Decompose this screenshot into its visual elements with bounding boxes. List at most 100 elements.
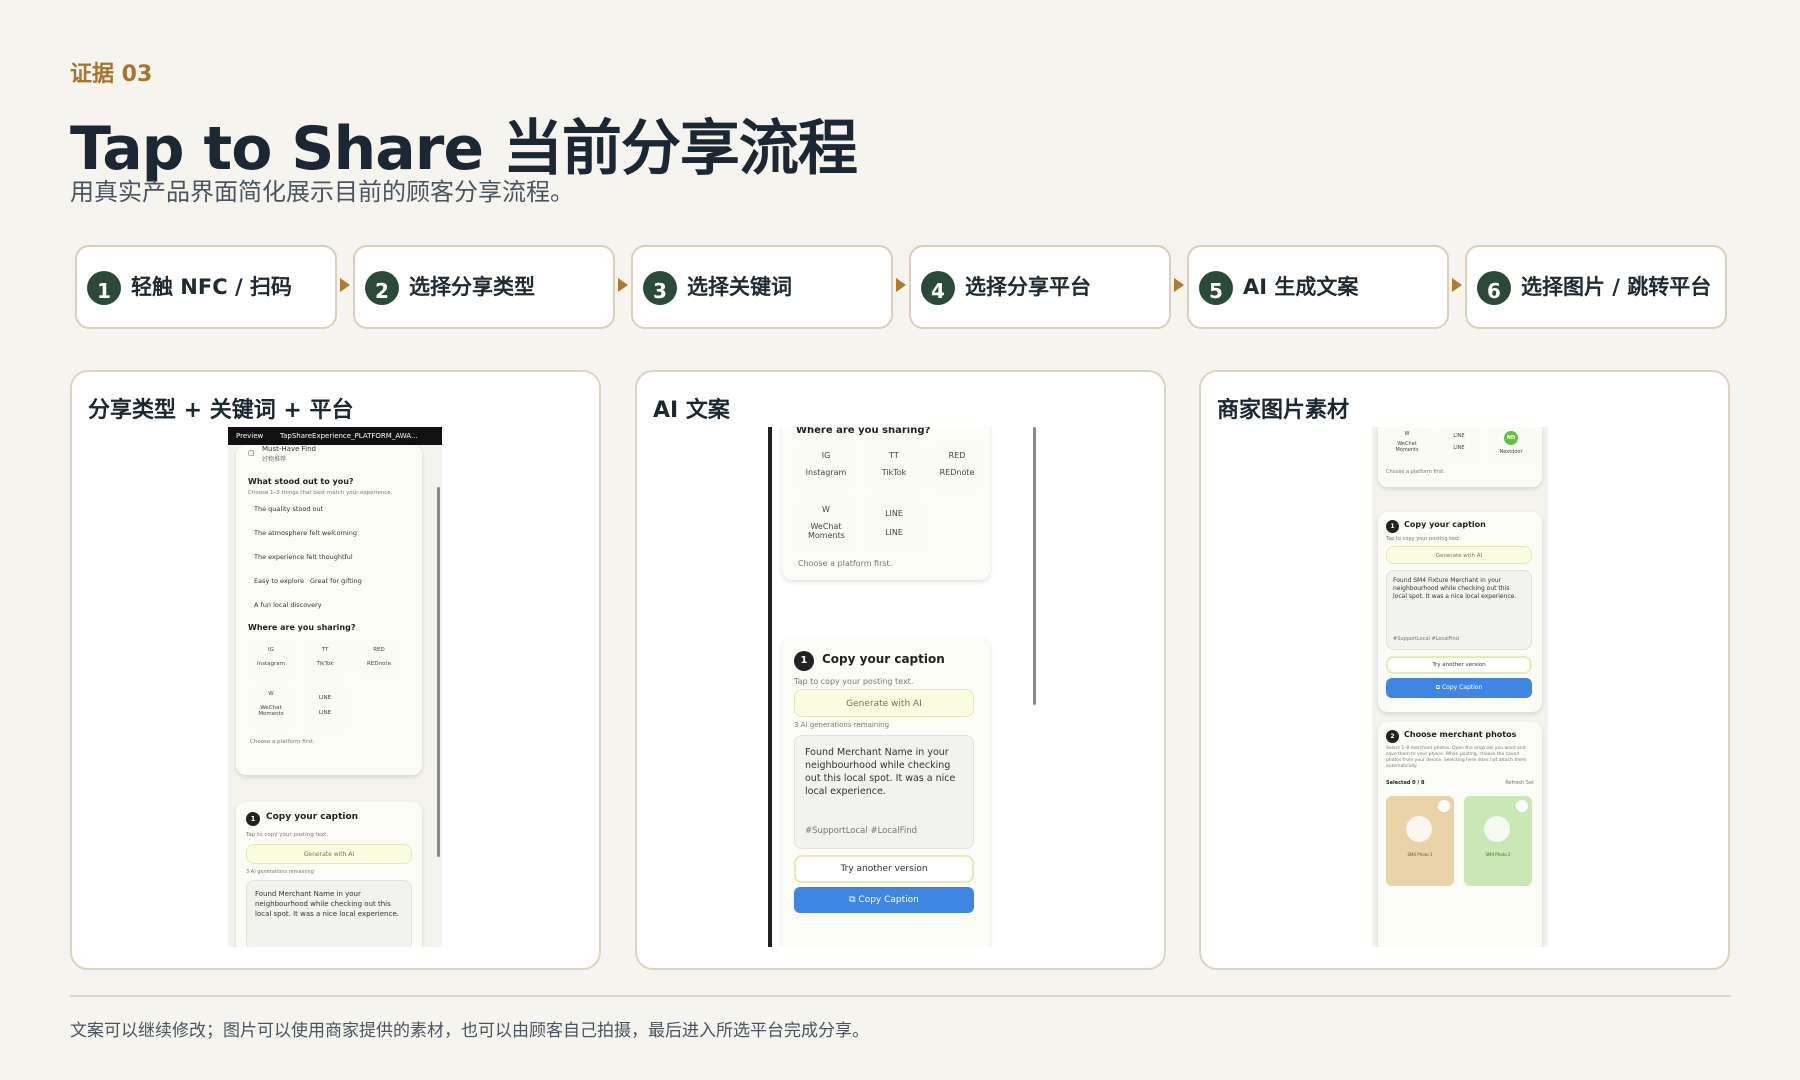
step-label: 选择关键词 bbox=[687, 275, 792, 299]
generate-ai-button[interactable]: Generate with AI bbox=[794, 689, 974, 717]
must-have-label: Must-Have Find bbox=[262, 445, 316, 453]
platform-code: LINE bbox=[885, 509, 903, 518]
keyword-chip[interactable]: A fun local discovery bbox=[254, 601, 322, 609]
photo-select-checkbox[interactable] bbox=[1516, 800, 1528, 812]
platform-rednote[interactable]: RED REDnote bbox=[932, 443, 982, 491]
copy-caption-sub: Tap to copy your posting text. bbox=[794, 677, 914, 686]
keyword-chip[interactable]: The atmosphere felt welcoming bbox=[254, 529, 357, 537]
must-have-sub: 好物推荐 bbox=[262, 456, 287, 463]
step-arrow-icon bbox=[340, 278, 350, 292]
platform-line[interactable]: LINE LINE bbox=[864, 499, 924, 553]
share-type-icon: ▢ bbox=[248, 449, 255, 457]
merchant-photo-1[interactable]: SM4 Photo 1 bbox=[1386, 796, 1454, 886]
copy-caption-card: 1 Copy your caption Tap to copy your pos… bbox=[782, 637, 990, 947]
ai-remaining: 3 AI generations remaining bbox=[794, 721, 890, 729]
caption-text: Found SM4 Fixture Merchant in your neigh… bbox=[1393, 577, 1517, 600]
step-number: 1 bbox=[87, 271, 121, 305]
step-number: 5 bbox=[1199, 271, 1233, 305]
step-badge: 1 bbox=[1386, 520, 1399, 533]
refresh-set-link[interactable]: Refresh Set bbox=[1505, 780, 1534, 786]
platform-wechat[interactable]: W WeChat Moments bbox=[248, 685, 294, 731]
platform-tiktok[interactable]: TT TikTok bbox=[864, 443, 924, 491]
step-number: 4 bbox=[921, 271, 955, 305]
platform-code: W bbox=[268, 691, 274, 697]
platform-code: RED bbox=[948, 451, 966, 460]
step-label: 选择图片 / 跳转平台 bbox=[1521, 275, 1712, 299]
step-6: 6 选择图片 / 跳转平台 bbox=[1465, 245, 1727, 329]
photo-label: SM4 Photo 2 bbox=[1485, 852, 1511, 857]
platform-card: W WeChat Moments LINE LINE ND Nextdoor Cho… bbox=[1378, 427, 1542, 487]
platform-code: LINE bbox=[318, 695, 332, 701]
platform-name: TikTok bbox=[316, 661, 334, 667]
selected-count: Selected 0 / 8 bbox=[1386, 780, 1425, 786]
photo-select-checkbox[interactable] bbox=[1438, 800, 1450, 812]
photos-description: Select 1–8 merchant photos. Open the ori… bbox=[1386, 746, 1527, 769]
step-label: AI 生成文案 bbox=[1243, 275, 1359, 299]
platform-name: LINE bbox=[318, 710, 332, 716]
step-arrow-icon bbox=[896, 278, 906, 292]
copy-caption-button[interactable]: ⧉ Copy Caption bbox=[794, 887, 974, 913]
phone-screenshot: Preview TapShareExperience_PLATFORM_AWA.… bbox=[228, 427, 442, 947]
platform-card: Where are you sharing? IG Instagram TT Tik… bbox=[782, 427, 990, 580]
platform-code: RED bbox=[373, 647, 385, 653]
platform-code: IG bbox=[268, 647, 274, 653]
preview-bar: Preview TapShareExperience_PLATFORM_AWA.… bbox=[228, 427, 442, 445]
platform-name: LINE bbox=[1453, 445, 1465, 451]
keyword-chip[interactable]: Great for gifting bbox=[310, 577, 362, 585]
platform-tiktok[interactable]: TT TikTok bbox=[302, 641, 348, 677]
platform-instagram[interactable]: IG Instagram bbox=[796, 443, 856, 491]
panel-ai-caption: AI 文案 Where are you sharing? IG Instagram… bbox=[635, 370, 1166, 970]
platform-line[interactable]: LINE LINE bbox=[302, 685, 348, 731]
platform-name: REDnote bbox=[939, 468, 975, 477]
footer-note: 文案可以继续修改；图片可以使用商家提供的素材，也可以由顾客自己拍摄，最后进入所选… bbox=[70, 1021, 869, 1041]
copy-caption-card: 1 Copy your caption Tap to copy your pos… bbox=[1378, 512, 1542, 712]
copy-button-label: Copy Caption bbox=[1441, 684, 1483, 691]
platform-name: TikTok bbox=[881, 468, 907, 477]
caption-textarea[interactable]: Found SM4 Fixture Merchant in your neigh… bbox=[1386, 570, 1532, 650]
copy-caption-heading: Copy your caption bbox=[822, 652, 945, 666]
step-arrow-icon bbox=[1174, 278, 1184, 292]
generate-ai-button[interactable]: Generate with AI bbox=[1386, 546, 1532, 564]
platform-code: TT bbox=[321, 647, 329, 653]
copy-caption-heading: Copy your caption bbox=[266, 812, 359, 822]
caption-textarea[interactable]: Found Merchant Name in your neighbourhoo… bbox=[246, 880, 412, 947]
platform-instagram[interactable]: IG Instagram bbox=[248, 641, 294, 677]
generate-ai-button[interactable]: Generate with AI bbox=[246, 844, 412, 864]
panel-title: 商家图片素材 bbox=[1217, 398, 1350, 423]
platform-name: WeChat Moments bbox=[808, 522, 845, 540]
platform-nextdoor[interactable]: ND Nextdoor bbox=[1488, 429, 1534, 465]
platform-name: REDnote bbox=[367, 661, 391, 667]
stood-out-sub: Choose 1–3 things that best match your e… bbox=[248, 490, 393, 496]
platform-code: W bbox=[822, 505, 830, 514]
merchant-photos-card: 2 Choose merchant photos Select 1–8 merc… bbox=[1378, 722, 1542, 947]
platform-name: WeChat Moments bbox=[258, 705, 284, 717]
keyword-chip[interactable]: The quality stood out bbox=[254, 505, 323, 513]
platform-wechat[interactable]: W WeChat Moments bbox=[1384, 429, 1430, 465]
platform-name: Instagram bbox=[805, 468, 847, 477]
scrollbar[interactable] bbox=[437, 487, 440, 857]
platform-rednote[interactable]: RED REDnote bbox=[356, 641, 402, 677]
step-1: 1 轻触 NFC / 扫码 bbox=[75, 245, 337, 329]
steps-row: 1 轻触 NFC / 扫码 2 选择分享类型 3 选择关键词 4 选择分享平台 5 AI … bbox=[75, 245, 1727, 329]
platform-code: IG bbox=[821, 451, 831, 460]
keyword-chip[interactable]: The experience felt thoughtful bbox=[254, 553, 353, 561]
try-another-button[interactable]: Try another version bbox=[794, 855, 974, 883]
merchant-photo-2[interactable]: SM4 Photo 2 bbox=[1464, 796, 1532, 886]
step-5: 5 AI 生成文案 bbox=[1187, 245, 1449, 329]
preview-file-name: TapShareExperience_PLATFORM_AWA... bbox=[280, 432, 418, 440]
page-subtitle: 用真实产品界面简化展示目前的顾客分享流程。 bbox=[70, 178, 574, 206]
choose-platform-hint: Choose a platform first. bbox=[250, 739, 315, 745]
copy-caption-button[interactable]: ⧉ Copy Caption bbox=[1386, 678, 1532, 698]
caption-textarea[interactable]: Found Merchant Name in your neighbourhoo… bbox=[794, 735, 974, 849]
keyword-chip[interactable]: Easy to explore bbox=[254, 577, 304, 585]
step-badge: 2 bbox=[1386, 730, 1399, 743]
choose-platform-hint: Choose a platform first. bbox=[798, 559, 893, 568]
try-another-button[interactable]: Try another version bbox=[1386, 656, 1532, 674]
platform-line[interactable]: LINE LINE bbox=[1436, 429, 1482, 465]
copy-caption-sub: Tap to copy your posting text. bbox=[1386, 536, 1461, 542]
platform-wechat[interactable]: W WeChat Moments bbox=[796, 499, 856, 553]
scrollbar[interactable] bbox=[1033, 427, 1036, 705]
photo-placeholder-icon bbox=[1406, 816, 1432, 842]
caption-tags: #SupportLocal #LocalFind bbox=[805, 826, 918, 836]
panel-share-type-keywords-platform: 分享类型 + 关键词 + 平台 Preview TapShareExperien… bbox=[70, 370, 601, 970]
